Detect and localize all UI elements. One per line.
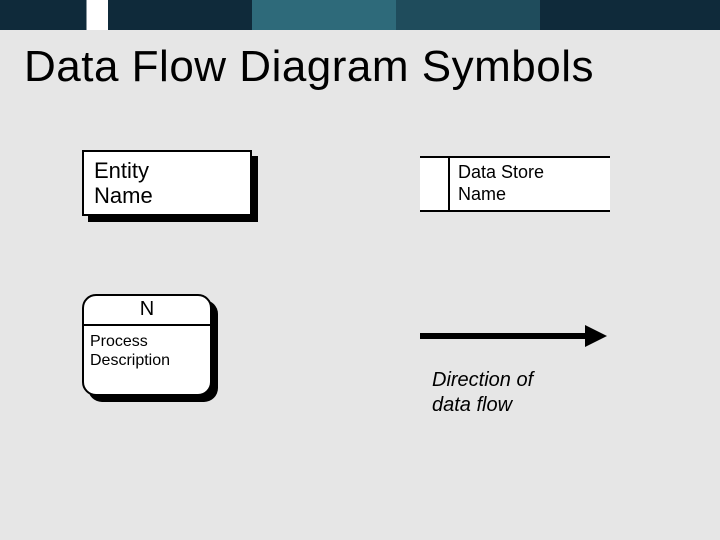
slide-top-banner: [0, 0, 720, 30]
process-box: N ProcessDescription: [82, 294, 212, 396]
slide-title: Data Flow Diagram Symbols: [24, 42, 594, 92]
arrow-caption: Direction ofdata flow: [432, 368, 533, 418]
datastore-label: Data StoreName: [450, 158, 610, 210]
process-symbol: N ProcessDescription: [82, 294, 212, 396]
entity-symbol: EntityName: [82, 150, 252, 216]
process-id: N: [84, 296, 210, 326]
process-description: ProcessDescription: [84, 326, 210, 376]
arrow-head-icon: [585, 325, 607, 347]
datastore-id-cell: [420, 158, 450, 210]
arrow-line: [420, 333, 590, 339]
entity-box: EntityName: [82, 150, 252, 216]
dataflow-arrow: [420, 327, 610, 345]
datastore-symbol: Data StoreName: [420, 156, 610, 212]
entity-label: EntityName: [94, 158, 153, 208]
